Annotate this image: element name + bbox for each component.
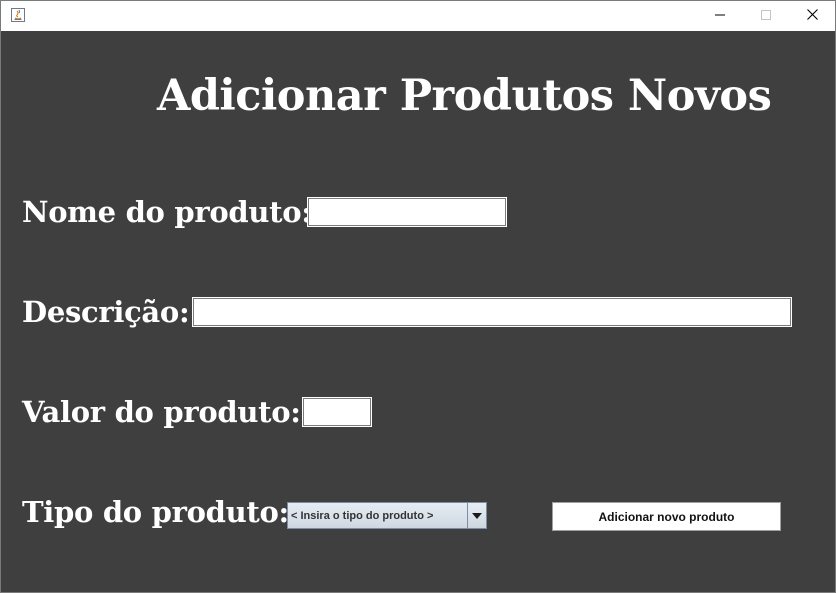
form-panel: Adicionar Produtos Novos Nome do produto… bbox=[1, 31, 835, 592]
add-product-button[interactable]: Adicionar novo produto bbox=[552, 502, 781, 531]
minimize-icon bbox=[715, 7, 725, 25]
close-button[interactable] bbox=[789, 1, 835, 31]
title-bar[interactable] bbox=[1, 1, 835, 31]
maximize-icon bbox=[761, 7, 771, 25]
minimize-button[interactable] bbox=[697, 1, 743, 31]
maximize-button[interactable] bbox=[743, 1, 789, 31]
price-label: Valor do produto: bbox=[22, 395, 301, 429]
close-icon bbox=[806, 7, 818, 25]
app-window: Adicionar Produtos Novos Nome do produto… bbox=[0, 0, 836, 593]
product-type-label: Tipo do produto: bbox=[22, 495, 289, 529]
product-type-select[interactable]: < Insira o tipo do produto > bbox=[287, 502, 487, 529]
java-icon bbox=[10, 7, 26, 23]
page-title: Adicionar Produtos Novos bbox=[157, 71, 772, 121]
product-type-selected-value: < Insira o tipo do produto > bbox=[291, 509, 434, 522]
description-label: Descrição: bbox=[22, 295, 190, 329]
price-input[interactable] bbox=[302, 397, 372, 427]
description-input[interactable] bbox=[192, 297, 792, 327]
product-name-input[interactable] bbox=[307, 197, 507, 227]
product-name-label: Nome do produto: bbox=[22, 195, 312, 229]
chevron-down-icon[interactable] bbox=[467, 503, 486, 528]
